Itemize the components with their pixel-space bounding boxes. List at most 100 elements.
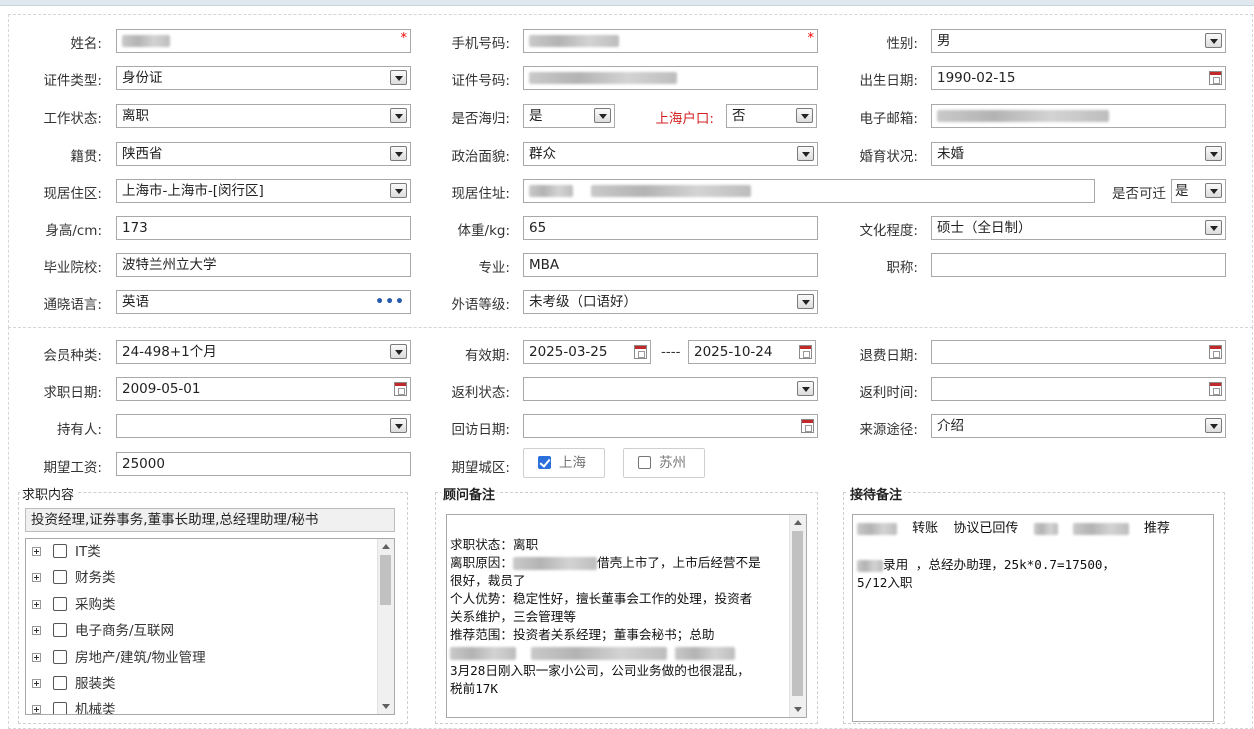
relocatable-select[interactable]: 是 [1171, 179, 1226, 203]
chevron-down-icon[interactable] [390, 108, 407, 123]
chevron-down-icon[interactable] [390, 146, 407, 161]
calendar-icon[interactable] [1209, 382, 1222, 396]
overseas-select[interactable]: 是 [523, 104, 615, 128]
rebate-status-label: 返利状态: [451, 385, 510, 401]
work-status-select[interactable]: 离职 [116, 104, 411, 128]
political-status-select[interactable]: 群众 [523, 142, 818, 166]
calendar-icon[interactable] [1209, 345, 1222, 359]
holder-select[interactable] [116, 414, 411, 438]
title-field[interactable] [931, 253, 1226, 277]
expand-icon[interactable] [32, 573, 41, 582]
more-icon[interactable]: ••• [375, 291, 405, 313]
tree-item[interactable]: 房地产/建筑/物业管理 [32, 649, 206, 667]
reception-line: 转账 协议已回传 推荐 [857, 519, 1207, 538]
calendar-icon[interactable] [801, 419, 814, 433]
major-field[interactable]: MBA [523, 253, 818, 277]
checkbox-unchecked-icon[interactable] [638, 456, 651, 469]
marital-status-select[interactable]: 未婚 [931, 142, 1226, 166]
school-field[interactable]: 波特兰州立大学 [116, 253, 411, 277]
notes-scrollbar[interactable] [789, 515, 806, 717]
scroll-up-icon[interactable] [382, 544, 390, 549]
education-label: 文化程度: [859, 223, 918, 239]
scroll-up-icon[interactable] [794, 520, 802, 525]
checkbox-icon[interactable] [53, 597, 67, 611]
checkbox-icon[interactable] [53, 650, 67, 664]
consultant-notes-textarea[interactable]: 求职状态：离职 离职原因： 借壳上市了，上市后经营不是 很好，裁员了 个人优势：稳… [446, 514, 807, 718]
native-place-select[interactable]: 陕西省 [116, 142, 411, 166]
chevron-down-icon[interactable] [797, 381, 814, 396]
tree-item[interactable]: 电子商务/互联网 [32, 622, 174, 640]
validity-to-field[interactable]: 2025-10-24 [688, 340, 816, 364]
validity-from-field[interactable]: 2025-03-25 [523, 340, 651, 364]
gender-select[interactable]: 男 [931, 29, 1226, 53]
chevron-down-icon[interactable] [594, 108, 611, 123]
rebate-status-select[interactable] [523, 377, 818, 401]
chevron-down-icon[interactable] [797, 294, 814, 309]
chevron-down-icon[interactable] [390, 183, 407, 198]
source-select[interactable]: 介绍 [931, 414, 1226, 438]
tree-scrollbar[interactable] [377, 539, 394, 714]
phone-field[interactable]: * [523, 29, 818, 53]
tree-item[interactable]: 财务类 [32, 569, 116, 587]
scroll-thumb[interactable] [380, 555, 391, 605]
city-option-shanghai[interactable]: 上海 [523, 448, 605, 478]
tree-item[interactable]: 机械类 [32, 701, 116, 714]
expected-salary-field[interactable]: 25000 [116, 452, 411, 476]
name-field[interactable]: * [116, 29, 411, 53]
job-category-tree[interactable]: IT类 财务类 采购类 电子商务/互联网 房地产/建筑/物业管理 服装类 机械类 [25, 538, 395, 715]
checkbox-icon[interactable] [53, 702, 67, 714]
chevron-down-icon[interactable] [797, 146, 814, 161]
tree-item[interactable]: 服装类 [32, 675, 116, 693]
education-select[interactable]: 硕士（全日制） [931, 216, 1226, 240]
id-number-redacted [529, 72, 677, 84]
checkbox-checked-icon[interactable] [538, 456, 551, 469]
residence-address-field[interactable] [523, 179, 1095, 203]
checkbox-icon[interactable] [53, 676, 67, 690]
reception-notes-textarea[interactable]: 转账 协议已回传 推荐 录用 ，总经办助理，25k*0.7=17500， 5/1… [852, 514, 1214, 722]
chevron-down-icon[interactable] [390, 418, 407, 433]
height-field[interactable]: 173 [116, 216, 411, 240]
calendar-icon[interactable] [634, 345, 647, 359]
chevron-down-icon[interactable] [1205, 33, 1222, 48]
checkbox-icon[interactable] [53, 570, 67, 584]
languages-field[interactable]: 英语 ••• [116, 290, 411, 314]
checkbox-icon[interactable] [53, 544, 67, 558]
birth-date-field[interactable]: 1990-02-15 [931, 66, 1226, 90]
id-type-select[interactable]: 身份证 [116, 66, 411, 90]
job-search-date-field[interactable]: 2009-05-01 [116, 377, 411, 401]
chevron-down-icon[interactable] [390, 70, 407, 85]
expand-icon[interactable] [32, 626, 41, 635]
calendar-icon[interactable] [1209, 71, 1222, 85]
chevron-down-icon[interactable] [1205, 418, 1222, 433]
chevron-down-icon[interactable] [1205, 183, 1222, 198]
scroll-thumb[interactable] [792, 531, 803, 696]
chevron-down-icon[interactable] [796, 108, 813, 123]
refund-date-field[interactable] [931, 340, 1226, 364]
expand-icon[interactable] [32, 653, 41, 662]
native-place-label: 籍贯: [70, 149, 102, 165]
city-option-suzhou[interactable]: 苏州 [623, 448, 705, 478]
email-field[interactable] [931, 104, 1226, 128]
calendar-icon[interactable] [394, 382, 407, 396]
chevron-down-icon[interactable] [1205, 220, 1222, 235]
tree-item[interactable]: IT类 [32, 543, 101, 561]
weight-field[interactable]: 65 [523, 216, 818, 240]
expand-icon[interactable] [32, 547, 41, 556]
tree-item[interactable]: 采购类 [32, 596, 116, 614]
shanghai-hukou-select[interactable]: 否 [726, 104, 817, 128]
rebate-time-field[interactable] [931, 377, 1226, 401]
calendar-icon[interactable] [799, 345, 812, 359]
member-type-select[interactable]: 24-498+1个月 [116, 340, 411, 364]
scroll-down-icon[interactable] [794, 707, 802, 712]
checkbox-icon[interactable] [53, 623, 67, 637]
residence-area-select[interactable]: 上海市-上海市-[闵行区] [116, 179, 411, 203]
revisit-date-field[interactable] [523, 414, 818, 438]
chevron-down-icon[interactable] [1205, 146, 1222, 161]
chevron-down-icon[interactable] [390, 344, 407, 359]
language-level-select[interactable]: 未考级（口语好） [523, 290, 818, 314]
scroll-down-icon[interactable] [382, 704, 390, 709]
id-number-field[interactable] [523, 66, 818, 90]
expand-icon[interactable] [32, 600, 41, 609]
expand-icon[interactable] [32, 705, 41, 714]
expand-icon[interactable] [32, 679, 41, 688]
